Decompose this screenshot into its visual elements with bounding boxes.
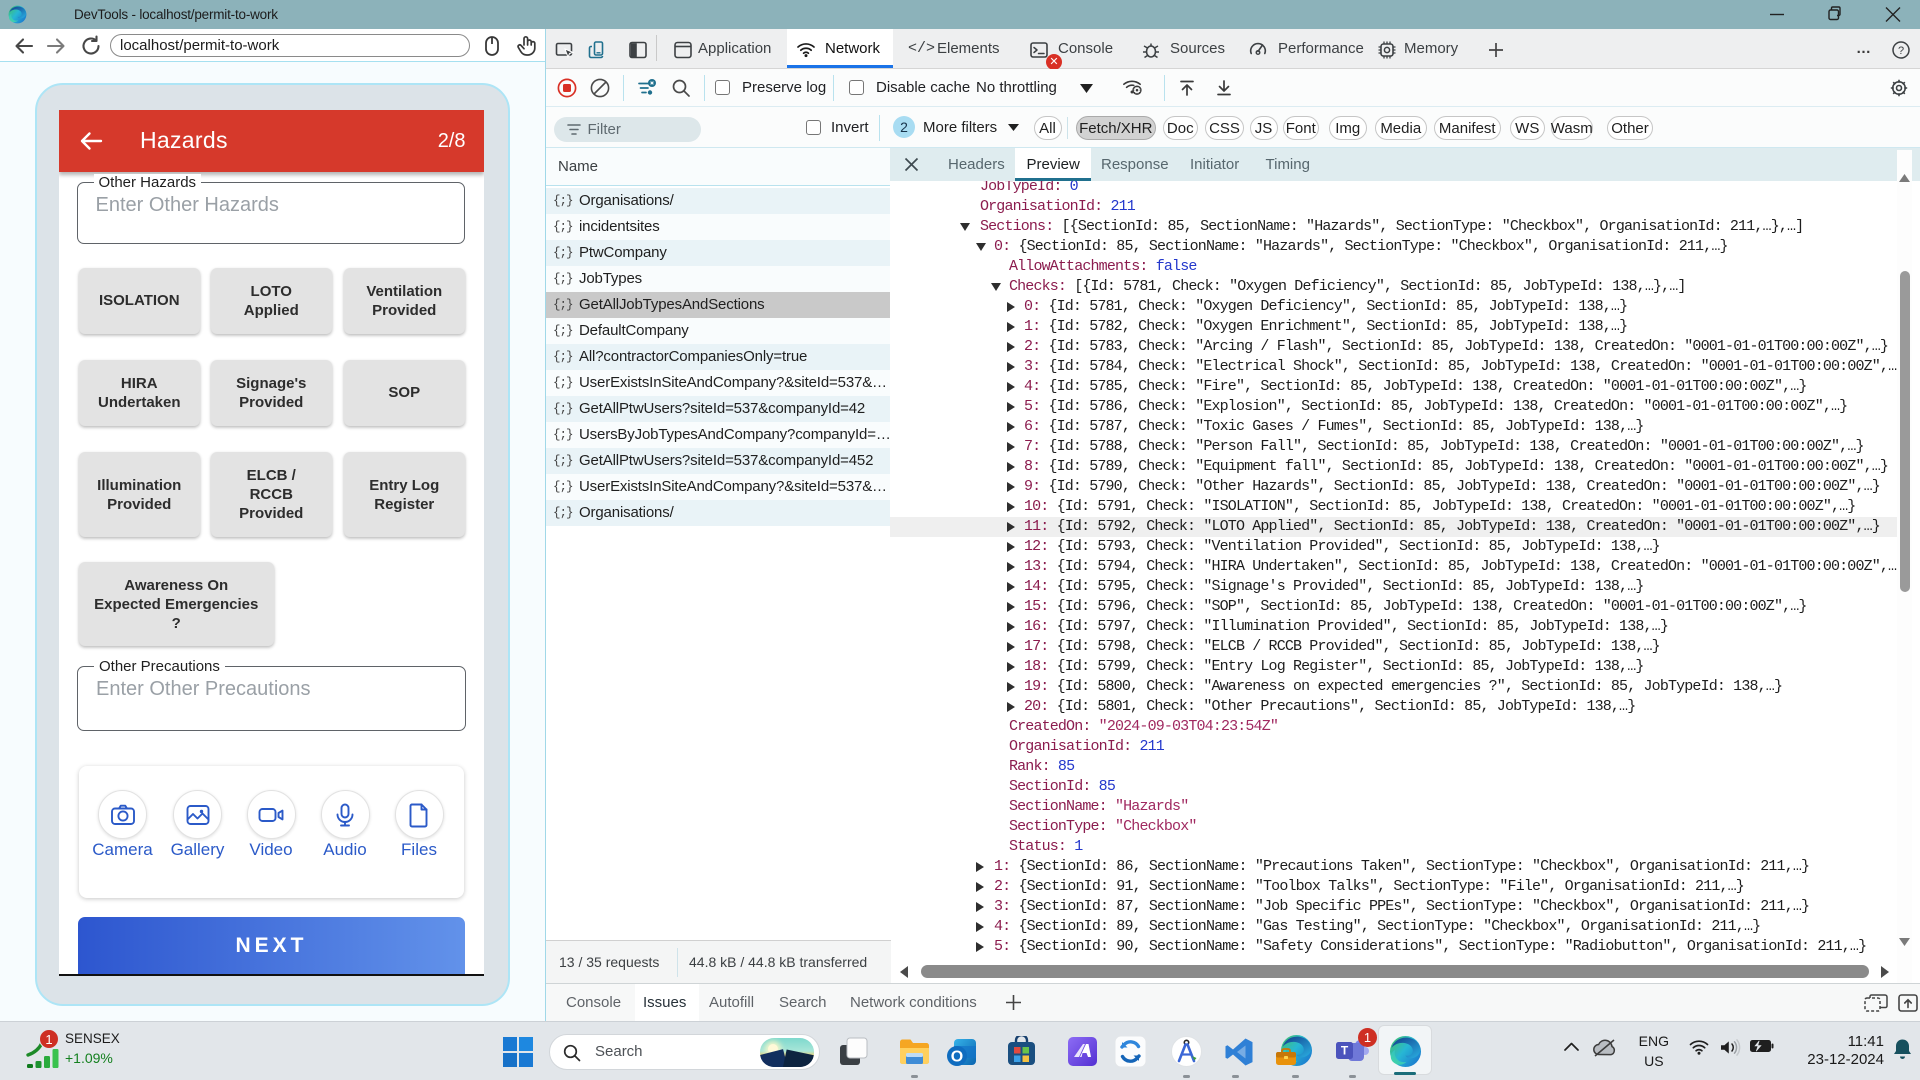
svg-text:?: ? [1898, 45, 1904, 57]
svg-text:T: T [1340, 1043, 1348, 1057]
svg-text:O: O [951, 1048, 963, 1065]
